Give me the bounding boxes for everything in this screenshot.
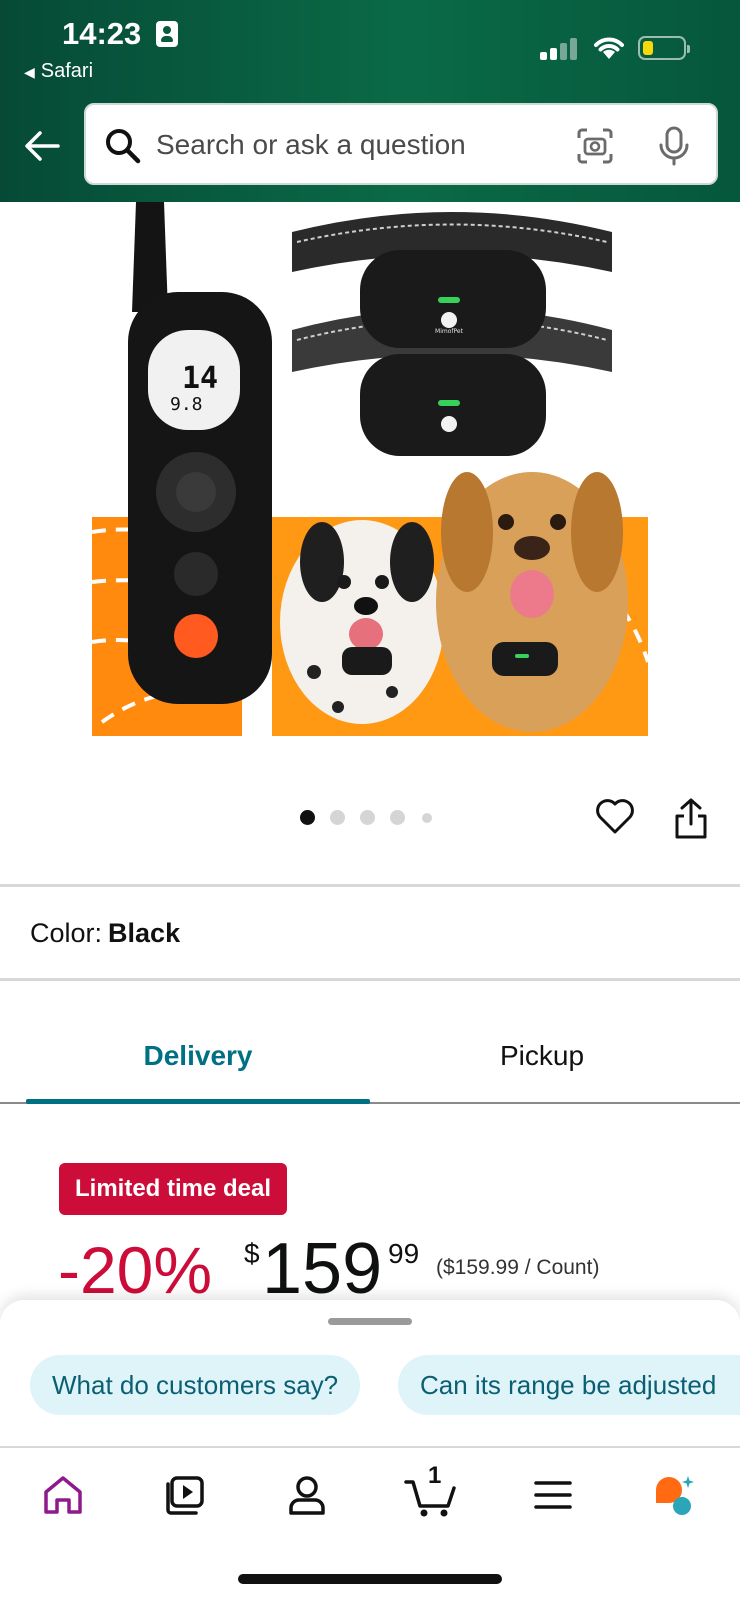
discount-percent: -20% xyxy=(58,1233,213,1307)
microphone-icon[interactable] xyxy=(656,125,692,167)
app-header: 14:23 ◀ Safari xyxy=(0,0,740,202)
status-time: 14:23 xyxy=(62,16,142,51)
back-to-safari-link[interactable]: ◀ Safari xyxy=(24,60,93,83)
svg-text:9.8: 9.8 xyxy=(170,394,203,415)
camera-search-icon[interactable] xyxy=(576,127,614,165)
divider xyxy=(0,884,740,887)
unit-price: ($159.99 / Count) xyxy=(436,1256,600,1279)
wifi-icon xyxy=(594,37,624,59)
search-bar[interactable] xyxy=(84,103,718,185)
price-whole: 159 xyxy=(262,1229,383,1309)
tab-delivery[interactable]: Delivery xyxy=(26,1040,370,1072)
account-icon[interactable] xyxy=(284,1472,330,1518)
cart-count-badge: 1 xyxy=(428,1462,442,1489)
carousel-dot[interactable] xyxy=(360,810,375,825)
back-arrow-icon[interactable] xyxy=(22,126,62,166)
share-icon[interactable] xyxy=(672,796,710,840)
tab-pickup[interactable]: Pickup xyxy=(370,1040,714,1072)
carousel-dot[interactable] xyxy=(330,810,345,825)
search-input[interactable] xyxy=(156,123,536,167)
carousel-dot[interactable] xyxy=(390,810,405,825)
video-icon[interactable] xyxy=(162,1472,208,1518)
color-selection[interactable]: Color: Black xyxy=(30,918,180,949)
color-label: Color: xyxy=(30,918,103,948)
cellular-signal-icon xyxy=(540,38,580,60)
product-image[interactable]: MimofPet 14 9.8 xyxy=(92,202,648,736)
heart-icon[interactable] xyxy=(594,796,636,836)
suggestion-chip[interactable]: What do customers say? xyxy=(30,1355,361,1415)
back-triangle-icon: ◀ xyxy=(24,64,35,80)
search-icon xyxy=(106,129,141,164)
suggestion-chip[interactable]: Can its range be adjusted xyxy=(398,1355,740,1415)
carousel-dot[interactable] xyxy=(300,810,315,825)
back-app-label: Safari xyxy=(40,60,94,82)
sheet-grabber[interactable] xyxy=(328,1318,412,1325)
battery-icon xyxy=(638,36,690,60)
carousel-dot[interactable] xyxy=(422,813,432,823)
svg-text:14: 14 xyxy=(182,361,218,396)
home-icon[interactable] xyxy=(40,1472,86,1518)
menu-icon[interactable] xyxy=(530,1472,576,1518)
svg-text:MimofPet: MimofPet xyxy=(435,328,464,335)
product-illustration: MimofPet 14 9.8 xyxy=(92,202,648,736)
price-currency: $ xyxy=(244,1238,260,1269)
focus-id-icon xyxy=(156,21,178,47)
rufus-suggestion-sheet: What do customers say? Can its range be … xyxy=(0,1300,740,1446)
divider xyxy=(0,978,740,981)
tab-selected-indicator xyxy=(26,1099,370,1104)
price-fraction: 99 xyxy=(388,1238,420,1269)
deal-badge: Limited time deal xyxy=(59,1163,288,1215)
rufus-assistant-icon[interactable] xyxy=(650,1472,696,1518)
home-indicator[interactable] xyxy=(238,1574,502,1584)
color-value: Black xyxy=(108,918,181,948)
